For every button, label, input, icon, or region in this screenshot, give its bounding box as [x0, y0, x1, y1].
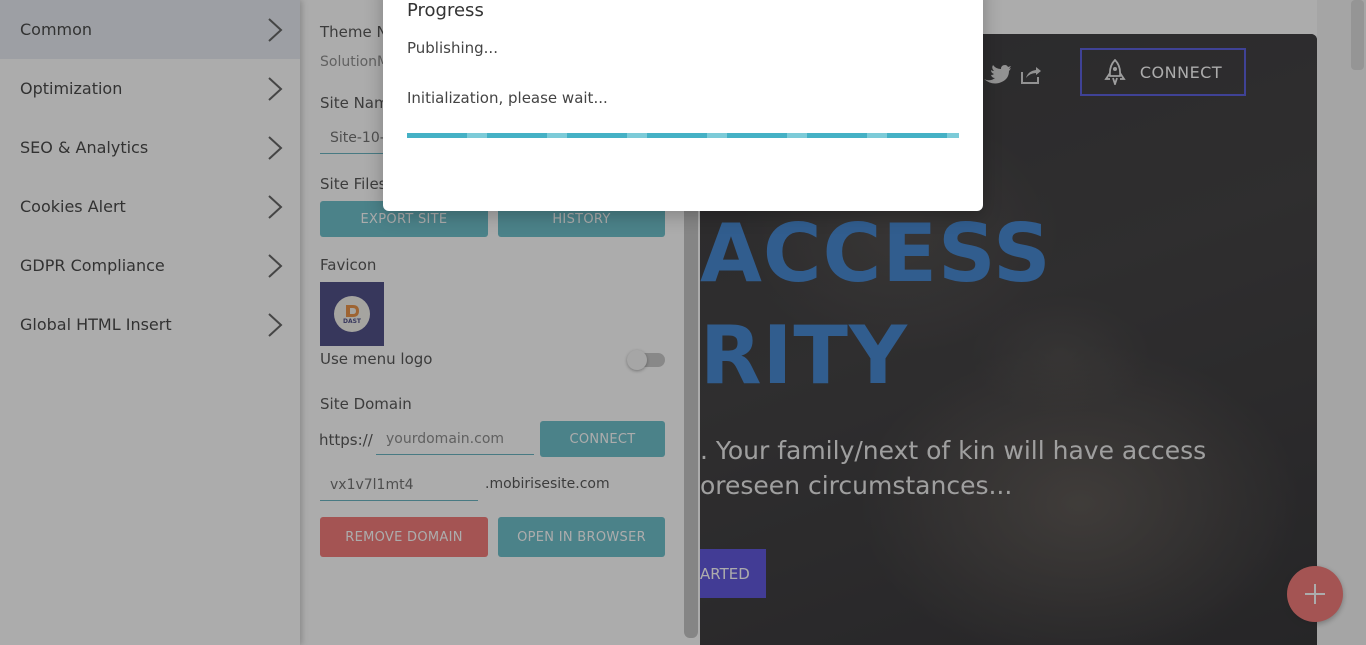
- progress-bar: [407, 133, 959, 138]
- dialog-title: Progress: [407, 0, 484, 21]
- progress-bar-fill: [407, 133, 959, 138]
- progress-dialog: Progress Publishing... Initialization, p…: [383, 0, 983, 211]
- dialog-status: Publishing...: [407, 39, 498, 57]
- dialog-message: Initialization, please wait...: [407, 89, 608, 107]
